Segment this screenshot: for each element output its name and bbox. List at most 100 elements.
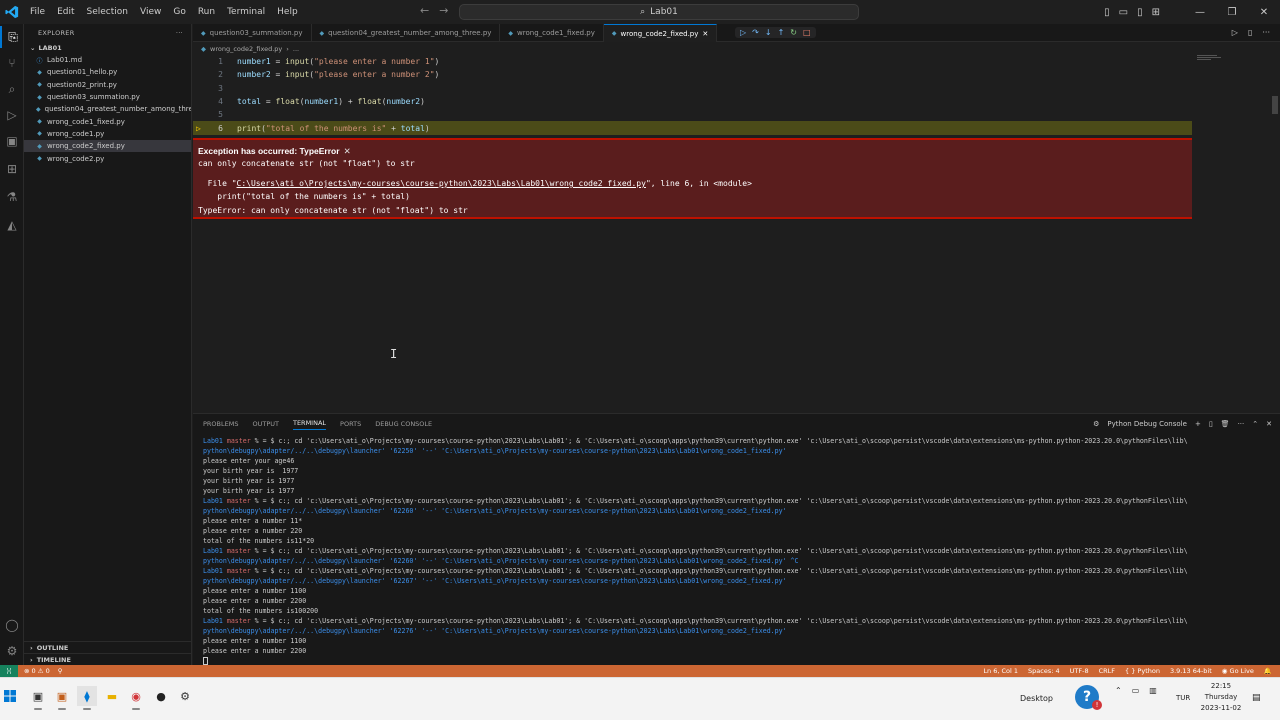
panel-more-icon[interactable]: ··· (1238, 420, 1245, 428)
menu-view[interactable]: View (134, 7, 167, 17)
errors-status[interactable]: ⊗ 0 ⚠ 0 (24, 667, 50, 675)
close-tab-icon[interactable]: ✕ (702, 30, 708, 38)
clock[interactable]: 22:15 Thursday 2023-11-02 (1196, 681, 1246, 714)
debug-status-icon[interactable]: ⚲ (58, 667, 63, 675)
close-icon[interactable]: ✕ (344, 146, 351, 157)
search-view-icon[interactable]: ⌕ (0, 78, 24, 100)
continue-icon[interactable]: ▷ (740, 28, 746, 37)
run-debug-icon[interactable]: ▷ (0, 104, 24, 126)
extensions-icon[interactable]: ⊞ (0, 158, 24, 180)
tab-question03[interactable]: ◆ question03_summation.py (193, 24, 312, 42)
display-icon[interactable]: ▭ (1132, 686, 1140, 695)
file-item[interactable]: ◆ wrong_code2.py (24, 152, 191, 164)
menu-help[interactable]: Help (271, 7, 304, 17)
toggle-sidebar-icon[interactable]: ▯ (1104, 7, 1110, 18)
input-language[interactable]: TUR (1176, 694, 1190, 702)
desktop-toolbar[interactable]: Desktop (1020, 694, 1053, 703)
minimize-button[interactable]: — (1184, 7, 1216, 18)
editor-scrollbar[interactable] (1272, 96, 1278, 114)
sublime-app-icon[interactable]: ▣ (52, 686, 72, 710)
split-editor-icon[interactable]: ▯ (1248, 28, 1252, 37)
folder-lab01[interactable]: ⌄ LAB01 (24, 42, 191, 54)
stack-file-link[interactable]: C:\Users\ati_o\Projects\my-courses\cours… (237, 179, 646, 188)
restore-button[interactable]: ❐ (1216, 7, 1248, 18)
step-over-icon[interactable]: ↷ (752, 28, 759, 37)
customize-layout-icon[interactable]: ⊞ (1152, 7, 1160, 18)
cursor-position[interactable]: Ln 6, Col 1 (983, 667, 1018, 675)
file-item[interactable]: ◆ wrong_code1.py (24, 128, 191, 140)
outline-section[interactable]: › OUTLINE (24, 641, 192, 653)
notification-center-icon[interactable]: ▤ (1252, 693, 1261, 703)
timeline-section[interactable]: › TIMELINE (24, 653, 192, 665)
file-item[interactable]: ◆ question01_hello.py (24, 66, 191, 78)
chevron-up-icon[interactable]: ⌃ (1115, 686, 1122, 695)
toggle-secondary-sidebar-icon[interactable]: ▯ (1137, 7, 1143, 18)
terminal-name[interactable]: Python Debug Console (1107, 420, 1187, 428)
restart-icon[interactable]: ↻ (790, 28, 797, 37)
file-item[interactable]: ⓘ Lab01.md (24, 54, 191, 66)
manage-gear-icon[interactable]: ⚙ (0, 640, 24, 662)
maximize-panel-icon[interactable]: ⌃ (1252, 420, 1258, 428)
code-editor[interactable]: 1 number1 = input("please enter a number… (193, 55, 1193, 135)
tab-terminal[interactable]: TERMINAL (292, 419, 327, 430)
file-explorer-icon[interactable]: ▬ (102, 686, 122, 706)
network-icon[interactable]: ▥ (1149, 686, 1157, 695)
python-interpreter[interactable]: 3.9.13 64-bit (1170, 667, 1212, 675)
indentation[interactable]: Spaces: 4 (1028, 667, 1060, 675)
explorer-icon[interactable]: ⎘ (0, 26, 24, 48)
windows-start-icon[interactable] (0, 686, 20, 706)
menu-file[interactable]: File (24, 7, 51, 17)
stop-icon[interactable]: □ (803, 28, 811, 37)
browser-app-icon[interactable]: ◉ (126, 686, 146, 710)
file-item[interactable]: ◆question04_greatest_number_among_three.… (24, 103, 191, 115)
source-control-icon[interactable]: ⑂ (0, 52, 24, 74)
go-live[interactable]: ◉ Go Live (1222, 667, 1254, 675)
menu-edit[interactable]: Edit (51, 7, 80, 17)
terminal-app-icon[interactable]: ▣ (28, 686, 48, 710)
back-arrow-icon[interactable]: ← (420, 4, 429, 17)
menu-go[interactable]: Go (167, 7, 191, 17)
split-terminal-icon[interactable]: ▯ (1209, 420, 1213, 428)
github-app-icon[interactable]: ● (151, 686, 171, 706)
menu-run[interactable]: Run (192, 7, 221, 17)
tab-question04[interactable]: ◆ question04_greatest_number_among_three.… (312, 24, 501, 42)
toggle-panel-icon[interactable]: ▭ (1119, 7, 1128, 18)
terminal-output[interactable]: Lab01 master % = $ c:; cd 'c:\Users\ati_… (203, 436, 1263, 666)
run-file-icon[interactable]: ▷ (1232, 28, 1238, 37)
tab-wrong-code1-fixed[interactable]: ◆ wrong_code1_fixed.py (500, 24, 604, 42)
settings-app-icon[interactable]: ⚙ (175, 686, 195, 706)
vscode-app-icon[interactable]: ⧫ (77, 686, 97, 710)
tab-output[interactable]: OUTPUT (252, 420, 279, 428)
tab-wrong-code2-fixed[interactable]: ◆ wrong_code2_fixed.py ✕ (603, 24, 718, 42)
close-panel-icon[interactable]: ✕ (1266, 420, 1272, 428)
file-item-selected[interactable]: ◆ wrong_code2_fixed.py (24, 140, 191, 153)
forward-arrow-icon[interactable]: → (439, 4, 448, 17)
docker-icon[interactable]: ◭ (0, 214, 24, 236)
tab-ports[interactable]: PORTS (340, 420, 361, 428)
testing-icon[interactable]: ⚗ (0, 186, 24, 208)
editor-more-icon[interactable]: ··· (1262, 28, 1270, 37)
breadcrumb-file[interactable]: wrong_code2_fixed.py (210, 45, 282, 53)
terminal-add-icon[interactable]: + (1195, 420, 1201, 428)
menu-selection[interactable]: Selection (81, 7, 134, 17)
remote-indicator-icon[interactable]: ⟩⟨ (0, 665, 18, 677)
step-into-icon[interactable]: ↓ (765, 28, 772, 37)
remote-explorer-icon[interactable]: ▣ (0, 130, 24, 152)
language-mode[interactable]: { } Python (1125, 667, 1160, 675)
end-of-line[interactable]: CRLF (1099, 667, 1115, 675)
accounts-icon[interactable]: ◯ (0, 614, 24, 636)
file-item[interactable]: ◆ question02_print.py (24, 79, 191, 91)
step-out-icon[interactable]: ↑ (778, 28, 785, 37)
file-item[interactable]: ◆ question03_summation.py (24, 91, 191, 103)
tab-debug-console[interactable]: DEBUG CONSOLE (375, 420, 432, 428)
breadcrumb-more[interactable]: ... (293, 45, 299, 53)
menu-terminal[interactable]: Terminal (221, 7, 271, 17)
encoding[interactable]: UTF-8 (1070, 667, 1089, 675)
close-window-button[interactable]: ✕ (1248, 7, 1280, 18)
more-actions-icon[interactable]: ··· (176, 29, 183, 37)
minimap[interactable] (1197, 55, 1225, 63)
file-item[interactable]: ◆ wrong_code1_fixed.py (24, 115, 191, 127)
command-center-search[interactable]: ⌕ Lab01 (459, 4, 859, 20)
kill-terminal-icon[interactable]: 🗑 (1221, 420, 1230, 428)
notifications-bell-icon[interactable]: 🔔 (1264, 667, 1272, 675)
